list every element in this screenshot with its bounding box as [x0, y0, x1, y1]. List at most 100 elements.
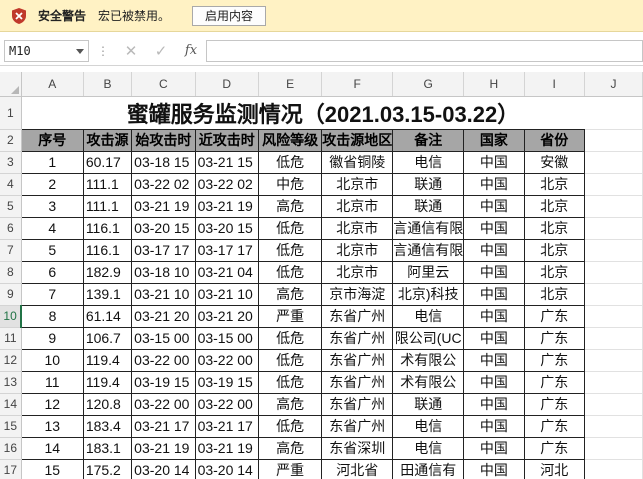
name-box[interactable]: M10: [4, 39, 89, 62]
cell-note[interactable]: 术有限公: [392, 349, 465, 372]
cell-risk[interactable]: 低危: [258, 349, 323, 372]
empty-cell[interactable]: [584, 283, 643, 306]
cell-area[interactable]: 东省广州: [321, 327, 394, 350]
cell-ip[interactable]: 111.1: [83, 173, 133, 196]
cell-last[interactable]: 03-21 17: [195, 415, 259, 438]
cell-ip[interactable]: 106.7: [83, 327, 133, 350]
empty-cell[interactable]: [584, 459, 643, 479]
cell-ip[interactable]: 116.1: [83, 239, 133, 262]
cell-risk[interactable]: 高危: [258, 195, 323, 218]
column-header-d[interactable]: D: [195, 72, 259, 97]
empty-cell[interactable]: [584, 96, 643, 130]
cell-country[interactable]: 中国: [463, 459, 525, 479]
cell-ip[interactable]: 183.1: [83, 437, 133, 460]
cell-no[interactable]: 13: [21, 415, 84, 438]
cell-prov[interactable]: 广东: [524, 415, 585, 438]
column-header-c[interactable]: C: [131, 72, 196, 97]
cell-start[interactable]: 03-17 17: [131, 239, 196, 262]
cell-note[interactable]: 电信: [392, 305, 465, 328]
column-header-b[interactable]: B: [83, 72, 133, 97]
cell-country[interactable]: 中国: [463, 371, 525, 394]
cell-start[interactable]: 03-15 00: [131, 327, 196, 350]
cell-risk[interactable]: 低危: [258, 415, 323, 438]
cell-note[interactable]: 电信: [392, 415, 465, 438]
empty-cell[interactable]: [584, 239, 643, 262]
cell-no[interactable]: 11: [21, 371, 84, 394]
row-header[interactable]: 4: [0, 173, 22, 196]
empty-cell[interactable]: [584, 129, 643, 152]
cell-note[interactable]: 阿里云: [392, 261, 465, 284]
cell-ip[interactable]: 111.1: [83, 195, 133, 218]
cell-prov[interactable]: 北京: [524, 173, 585, 196]
cell-no[interactable]: 8: [21, 305, 84, 328]
cell-country[interactable]: 中国: [463, 151, 525, 174]
cell-no[interactable]: 15: [21, 459, 84, 479]
cell-country[interactable]: 中国: [463, 217, 525, 240]
column-title[interactable]: 近攻击时: [195, 128, 259, 152]
empty-cell[interactable]: [584, 151, 643, 174]
cell-country[interactable]: 中国: [463, 349, 525, 372]
spreadsheet-grid[interactable]: ABCDEFGHIJ 1 蜜罐服务监测情况（2021.03.15-03.22） 2 序…: [0, 72, 643, 479]
cell-last[interactable]: 03-21 04: [195, 261, 259, 284]
cell-risk[interactable]: 高危: [258, 437, 323, 460]
row-header[interactable]: 12: [0, 349, 22, 372]
cell-no[interactable]: 14: [21, 437, 84, 460]
cell-last[interactable]: 03-21 20: [195, 305, 259, 328]
cell-prov[interactable]: 安徽: [524, 151, 585, 174]
cell-note[interactable]: 言通信有限: [392, 239, 465, 262]
row-header[interactable]: 11: [0, 327, 22, 350]
cell-start[interactable]: 03-18 15: [131, 151, 196, 174]
cell-note[interactable]: 电信: [392, 151, 465, 174]
cell-country[interactable]: 中国: [463, 437, 525, 460]
cell-ip[interactable]: 119.4: [83, 349, 133, 372]
cell-no[interactable]: 9: [21, 327, 84, 350]
cell-last[interactable]: 03-20 14: [195, 459, 259, 479]
empty-cell[interactable]: [584, 327, 643, 350]
cell-country[interactable]: 中国: [463, 239, 525, 262]
cell-country[interactable]: 中国: [463, 327, 525, 350]
cell-area[interactable]: 东省深圳: [321, 437, 394, 460]
cell-note[interactable]: 术有限公: [392, 371, 465, 394]
row-header[interactable]: 17: [0, 459, 22, 479]
empty-cell[interactable]: [584, 173, 643, 196]
row-header[interactable]: 5: [0, 195, 22, 218]
cell-risk[interactable]: 中危: [258, 173, 323, 196]
cell-start[interactable]: 03-20 15: [131, 217, 196, 240]
cell-start[interactable]: 03-21 17: [131, 415, 196, 438]
cell-risk[interactable]: 低危: [258, 239, 323, 262]
worksheet-table[interactable]: ABCDEFGHIJ 1 蜜罐服务监测情况（2021.03.15-03.22） 2 序…: [0, 72, 643, 479]
cell-note[interactable]: 联通: [392, 195, 465, 218]
cell-area[interactable]: 东省广州: [321, 371, 394, 394]
column-title[interactable]: 序号: [21, 128, 84, 152]
cell-risk[interactable]: 严重: [258, 459, 323, 479]
column-title[interactable]: 始攻击时: [131, 128, 196, 152]
cell-prov[interactable]: 广东: [524, 437, 585, 460]
column-header-j[interactable]: J: [584, 72, 643, 97]
insert-function-icon[interactable]: fx: [176, 43, 206, 58]
cell-ip[interactable]: 182.9: [83, 261, 133, 284]
enter-check-icon[interactable]: ✓: [146, 42, 176, 60]
cell-no[interactable]: 10: [21, 349, 84, 372]
cell-last[interactable]: 03-22 00: [195, 349, 259, 372]
empty-cell[interactable]: [584, 415, 643, 438]
cell-risk[interactable]: 低危: [258, 217, 323, 240]
cell-note[interactable]: 田通信有: [392, 459, 465, 479]
cell-area[interactable]: 东省广州: [321, 393, 394, 416]
empty-cell[interactable]: [584, 195, 643, 218]
cell-risk[interactable]: 高危: [258, 283, 323, 306]
cell-no[interactable]: 5: [21, 239, 84, 262]
cell-prov[interactable]: 广东: [524, 349, 585, 372]
column-title[interactable]: 攻击源地区: [321, 128, 394, 152]
cell-area[interactable]: 北京市: [321, 261, 394, 284]
column-header-f[interactable]: F: [321, 72, 394, 97]
cell-area[interactable]: 北京市: [321, 239, 394, 262]
cell-no[interactable]: 2: [21, 173, 84, 196]
cell-prov[interactable]: 广东: [524, 305, 585, 328]
cell-risk[interactable]: 高危: [258, 393, 323, 416]
cell-area[interactable]: 东省广州: [321, 305, 394, 328]
cell-start[interactable]: 03-20 14: [131, 459, 196, 479]
cell-last[interactable]: 03-20 15: [195, 217, 259, 240]
column-title[interactable]: 备注: [392, 128, 465, 152]
cell-no[interactable]: 7: [21, 283, 84, 306]
cell-country[interactable]: 中国: [463, 305, 525, 328]
